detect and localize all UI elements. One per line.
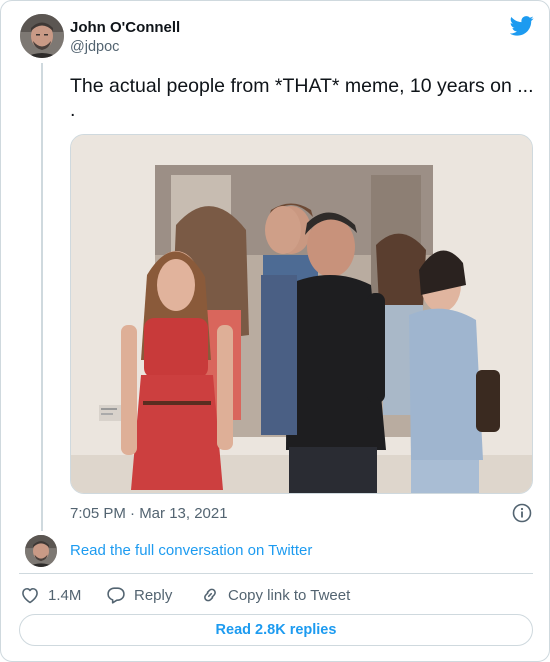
author-avatar[interactable] bbox=[20, 14, 64, 58]
tweet-timestamp[interactable]: 7:05 PM · Mar 13, 2021 bbox=[70, 505, 228, 522]
author-handle[interactable]: @jdpoc bbox=[70, 39, 119, 55]
author-avatar-small[interactable] bbox=[25, 535, 57, 567]
heart-icon bbox=[20, 585, 40, 605]
copy-link-button[interactable]: Copy link to Tweet bbox=[200, 585, 350, 605]
speech-bubble-icon bbox=[106, 585, 126, 605]
tweet-photo[interactable] bbox=[70, 134, 533, 494]
like-count: 1.4M bbox=[48, 586, 82, 604]
thread-line bbox=[41, 63, 43, 531]
divider bbox=[19, 573, 533, 574]
tweet-text: The actual people from *THAT* meme, 10 y… bbox=[70, 75, 534, 121]
tweet-actions: 1.4M Reply Copy link to Tweet bbox=[20, 584, 350, 606]
reply-button[interactable]: Reply bbox=[106, 585, 200, 605]
read-replies-button[interactable]: Read 2.8K replies bbox=[19, 614, 533, 646]
read-replies-label: Read 2.8K replies bbox=[215, 622, 337, 638]
link-icon bbox=[200, 585, 220, 605]
embedded-tweet-card: John O'Connell @jdpoc The actual people … bbox=[0, 0, 550, 662]
reply-label: Reply bbox=[134, 586, 173, 604]
author-name[interactable]: John O'Connell bbox=[70, 19, 180, 36]
copy-link-label: Copy link to Tweet bbox=[228, 586, 351, 604]
read-full-conversation-link[interactable]: Read the full conversation on Twitter bbox=[70, 542, 312, 559]
info-icon[interactable] bbox=[512, 503, 532, 523]
twitter-bird-icon[interactable] bbox=[509, 16, 534, 36]
like-button[interactable]: 1.4M bbox=[20, 585, 106, 605]
